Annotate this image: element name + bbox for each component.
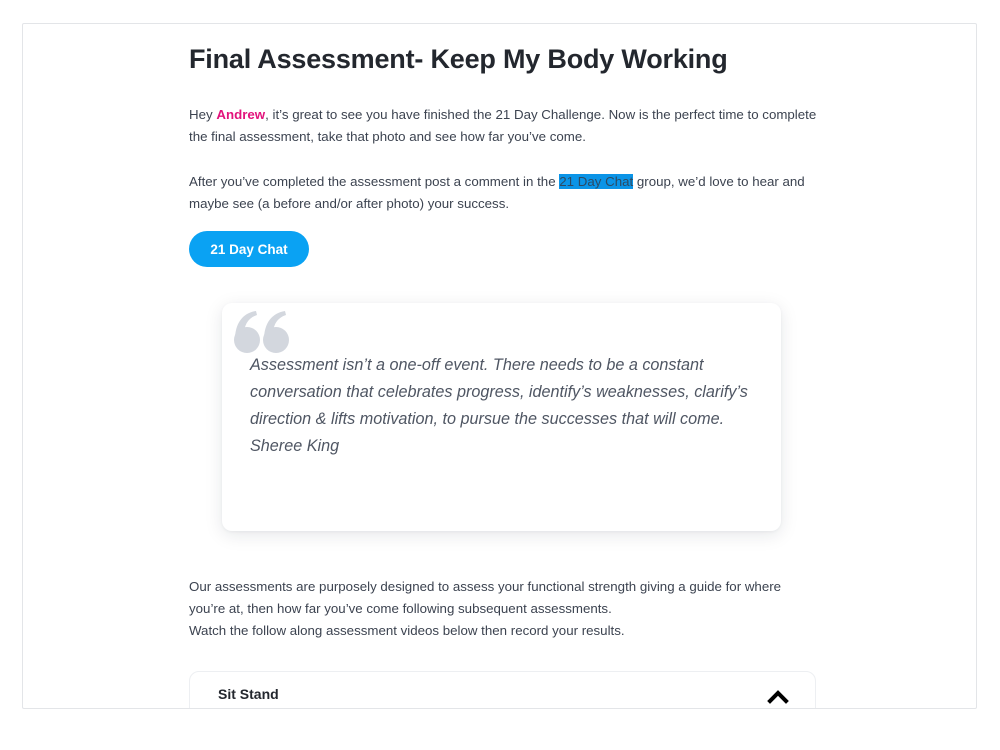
assessment-info-paragraph: Our assessments are purposely designed t… [189, 576, 819, 642]
quote-text: Assessment isn’t a one-off event. There … [250, 356, 748, 428]
intro-message: , it’s great to see you have finished th… [189, 107, 817, 144]
accordion-title[interactable]: Sit Stand [218, 686, 279, 702]
quote-card: Assessment isn’t a one-off event. There … [222, 303, 781, 531]
quote-author: Sheree King [250, 437, 340, 455]
highlighted-text-selection[interactable]: 21 Day Chat [559, 174, 634, 189]
page-title: Final Assessment- Keep My Body Working [189, 44, 728, 74]
21-day-chat-button[interactable]: 21 Day Chat [189, 231, 309, 267]
accordion-item-sit-stand[interactable]: Sit Stand [189, 671, 816, 708]
chevron-up-icon[interactable] [767, 688, 789, 704]
assessment-info-line-2: Watch the follow along assessment videos… [189, 623, 625, 638]
post-instructions-paragraph: After you’ve completed the assessment po… [189, 171, 819, 215]
quote-text-block: Assessment isn’t a one-off event. There … [250, 352, 770, 460]
page-frame: Final Assessment- Keep My Body Working H… [22, 23, 977, 709]
user-name: Andrew [216, 107, 266, 122]
intro-paragraph: Hey Andrew, it’s great to see you have f… [189, 104, 819, 148]
post-instructions-before: After you’ve completed the assessment po… [189, 174, 560, 189]
assessment-info-line-1: Our assessments are purposely designed t… [189, 579, 782, 616]
quote-marks-icon [234, 311, 289, 353]
greeting-text: Hey [189, 107, 217, 122]
